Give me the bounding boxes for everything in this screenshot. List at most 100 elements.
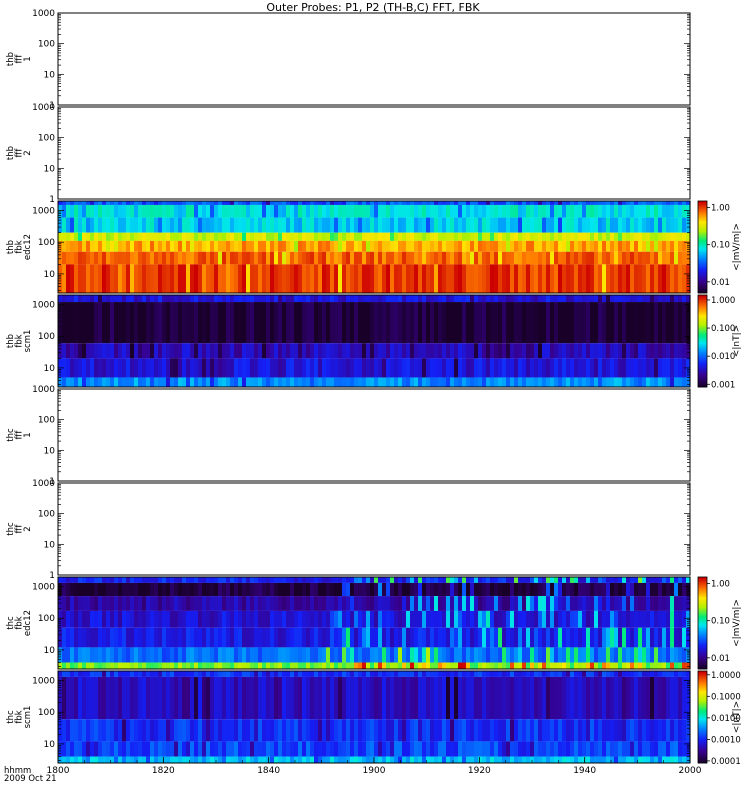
spectrogram-cell [166,577,171,583]
spectrogram-cell [578,295,583,303]
spectrogram-cell [342,295,347,303]
spectrogram-cell [70,251,75,265]
spectrogram-cell [566,201,571,205]
spectrogram-cell [354,377,359,387]
spectrogram-cell [458,577,463,583]
spectrogram-cell [170,302,175,344]
spectrogram-cell [274,217,279,233]
spectrogram-cell [554,671,559,677]
spectrogram-cell [146,358,151,378]
spectrogram-cell [682,217,687,233]
spectrogram-cell [574,741,579,757]
spectrogram-cell [262,343,267,359]
spectrogram-cell [314,756,319,763]
panel-thb-fff-1: 1101001000thbfff1 [6,9,691,111]
spectrogram-cell [434,232,439,241]
spectrogram-cell [398,719,403,742]
spectrogram-cell [286,240,291,252]
spectrogram-cell [650,756,655,763]
spectrogram-cell [258,343,263,359]
spectrogram-cell [186,662,191,669]
spectrogram-cell [602,577,607,583]
spectrogram-cell [90,232,95,241]
colorbar-thb-fbk-scm1: 0.0010.0100.1001.000<|nT|> [697,294,742,390]
spectrogram-cell [606,577,611,583]
spectrogram-cell [566,358,571,378]
spectrogram-cell [606,204,611,218]
spectrogram-cell [118,596,123,611]
spectrogram-cell [454,676,459,720]
spectrogram-cell [106,343,111,359]
spectrogram-cell [250,240,255,252]
spectrogram-cell [522,719,527,742]
x-tick-label: 1940 [573,766,596,776]
spectrogram-cell [194,627,199,648]
spectrogram-cell [566,596,571,611]
spectrogram-cell [542,582,547,597]
spectrogram-cell [66,264,71,293]
spectrogram-cell [554,343,559,359]
spectrogram-cell [546,671,551,677]
spectrogram-cell [66,671,71,677]
spectrogram-cell [218,596,223,611]
spectrogram-cell [210,719,215,742]
spectrogram-cell [626,377,631,387]
spectrogram-cell [378,240,383,252]
spectrogram-cell [570,676,575,720]
spectrogram-cell [130,662,135,669]
spectrogram-cell [442,240,447,252]
spectrogram-cell [410,358,415,378]
spectrogram-cell [438,647,443,663]
spectrogram-cell [498,627,503,648]
spectrogram-cell [614,240,619,252]
spectrogram-cell [578,251,583,265]
spectrogram-cell [390,741,395,757]
spectrogram-cell [366,577,371,583]
spectrogram-cell [330,295,335,303]
spectrogram-cell [630,295,635,303]
panel-label-line: 2 [23,150,33,155]
spectrogram-cell [342,240,347,252]
spectrogram-cell [386,671,391,677]
spectrogram-cell [590,662,595,669]
spectrogram-cell [658,251,663,265]
spectrogram-cell [614,662,619,669]
spectrogram-cell [250,596,255,611]
spectrogram-cell [326,741,331,757]
spectrogram-cell [446,343,451,359]
spectrogram-cell [286,251,291,265]
spectrogram-cell [486,295,491,303]
spectrogram-cell [642,756,647,763]
spectrogram-cell [538,251,543,265]
panel-thc-fbk-scm1: 0.00010.00100.01000.10001.0000<|nT|>1010… [6,670,742,767]
spectrogram-cell [638,610,643,628]
spectrogram-cell [166,358,171,378]
spectrogram-cell [338,741,343,757]
spectrogram-cell [358,302,363,344]
spectrogram-cell [414,377,419,387]
spectrogram-cell [530,577,535,583]
spectrogram-cell [178,377,183,387]
spectrogram-cell [154,647,159,663]
spectrogram-cell [74,627,79,648]
spectrogram-cell [146,295,151,303]
spectrogram-cell [474,671,479,677]
spectrogram-cell [206,251,211,265]
spectrogram-cell [246,627,251,648]
spectrogram-cell [670,741,675,757]
spectrogram-cell [278,577,283,583]
spectrogram-cell [302,343,307,359]
spectrogram-cell [462,295,467,303]
spectrogram-cell [634,610,639,628]
spectrogram-cell [402,627,407,648]
spectrogram-cell [618,358,623,378]
spectrogram-cell [298,671,303,677]
spectrogram-cell [322,302,327,344]
spectrogram-cell [366,302,371,344]
spectrogram-cell [382,741,387,757]
spectrogram-cell [326,240,331,252]
spectrogram-cell [286,610,291,628]
spectrogram-cell [662,377,667,387]
spectrogram-cell [678,647,683,663]
spectrogram-cell [590,204,595,218]
